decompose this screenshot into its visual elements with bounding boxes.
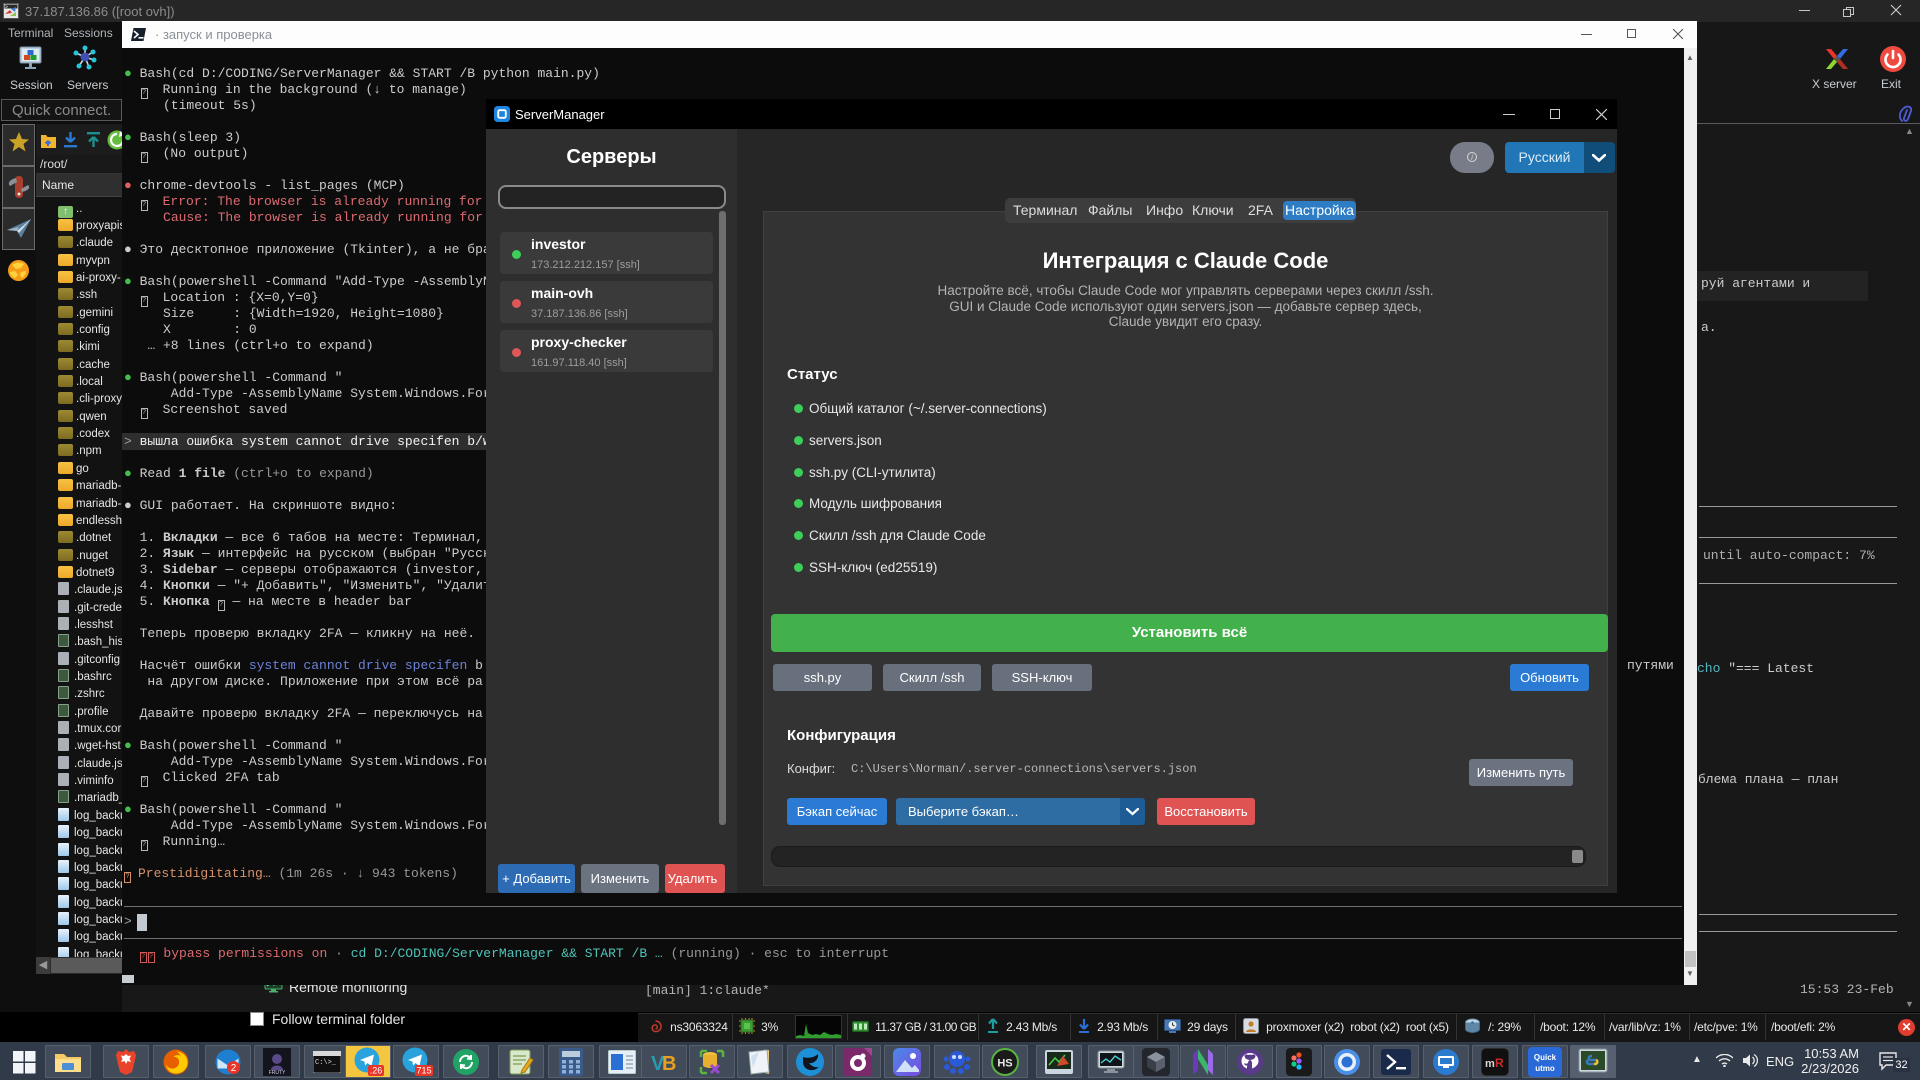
svg-text:utmo: utmo (1535, 1064, 1555, 1073)
svg-text:m: m (1485, 1058, 1495, 1070)
svg-text:HS: HS (997, 1057, 1012, 1069)
svg-text:Quick: Quick (1534, 1053, 1557, 1062)
svg-text:C:\>_: C:\>_ (315, 1059, 337, 1067)
svg-text:715: 715 (416, 1065, 431, 1075)
svg-text:2: 2 (231, 1063, 237, 1074)
svg-text:R: R (1495, 1056, 1504, 1070)
svg-text:FRUTY: FRUTY (269, 1070, 286, 1076)
svg-text:.26: .26 (370, 1065, 383, 1075)
svg-text:>_: >_ (5, 5, 11, 11)
svg-text:B: B (662, 1053, 676, 1075)
